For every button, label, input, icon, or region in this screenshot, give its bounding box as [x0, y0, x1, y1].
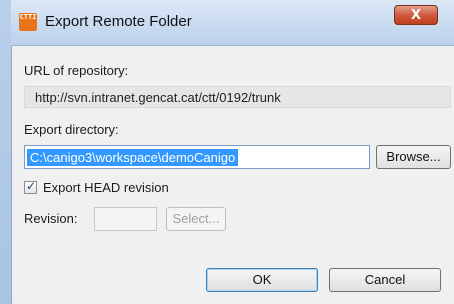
- app-icon-text: CTTI: [19, 13, 37, 21]
- close-icon: X: [410, 8, 422, 23]
- export-head-revision-checkbox[interactable]: ✓: [24, 179, 37, 194]
- ok-button[interactable]: OK: [206, 268, 318, 292]
- close-button[interactable]: X: [394, 5, 438, 25]
- browse-button[interactable]: Browse...: [376, 145, 451, 169]
- repository-url-field: http://svn.intranet.gencat.cat/ctt/0192/…: [24, 86, 451, 108]
- export-directory-label: Export directory:: [24, 122, 119, 137]
- checkmark-icon: ✓: [26, 179, 37, 193]
- window-title: Export Remote Folder: [45, 13, 192, 30]
- export-directory-value: C:\canigo3\workspace\demoCanigo: [27, 149, 239, 166]
- dialog-body: URL of repository: http://svn.intranet.g…: [12, 46, 454, 304]
- repository-url-label: URL of repository:: [24, 63, 129, 78]
- select-revision-button[interactable]: Select...: [166, 207, 226, 231]
- export-remote-folder-dialog: CTTI Export Remote Folder X URL of repos…: [0, 0, 454, 304]
- ctti-logo-icon: CTTI: [19, 13, 37, 31]
- revision-label: Revision:: [24, 211, 78, 226]
- revision-input[interactable]: [94, 207, 157, 231]
- repository-url-value: http://svn.intranet.gencat.cat/ctt/0192/…: [35, 90, 281, 105]
- export-head-revision-label[interactable]: Export HEAD revision: [43, 180, 169, 195]
- cancel-button[interactable]: Cancel: [329, 268, 441, 292]
- title-bar[interactable]: CTTI Export Remote Folder X: [11, 0, 454, 46]
- export-directory-input[interactable]: C:\canigo3\workspace\demoCanigo: [24, 145, 370, 169]
